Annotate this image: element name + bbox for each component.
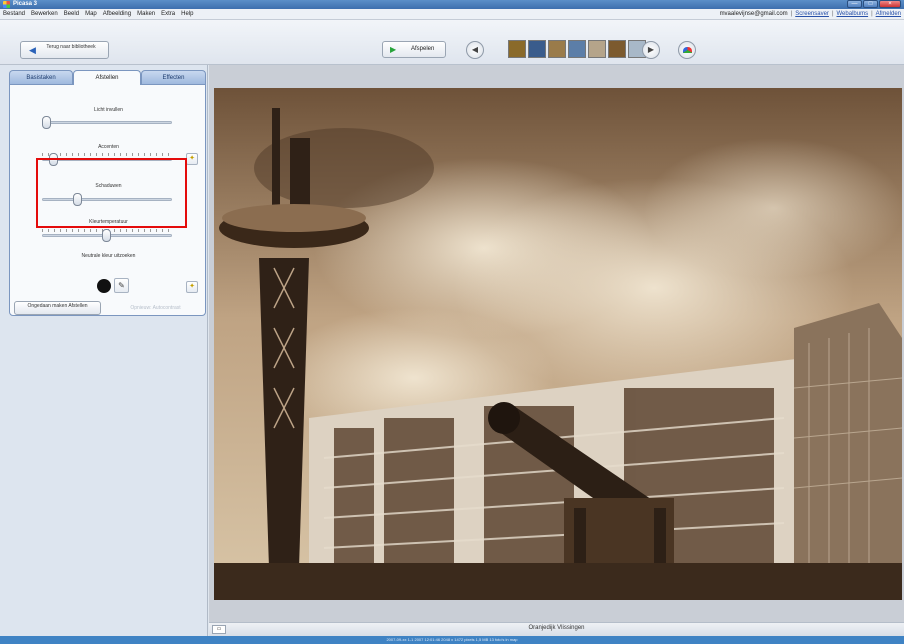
menu-bar: Bestand Bewerken Beeld Map Afbeelding Ma… [0,9,904,20]
eyedropper-icon[interactable]: ✎ [114,278,129,293]
arrow-left-icon: ◀ [471,45,479,54]
tab-afstellen[interactable]: Afstellen [73,70,141,85]
undo-button[interactable]: Ongedaan maken Afstellen [14,301,101,315]
fill-light-slider[interactable] [42,121,172,124]
auto-color-wand-icon[interactable]: ✦ [186,281,198,293]
minimize-button[interactable]: — [847,0,862,8]
menu-maken[interactable]: Maken [137,9,155,20]
photo-caption-bar: ▭ Oranjedijk Vlissingen [209,622,904,636]
filmstrip-thumbnail[interactable] [548,40,566,58]
maximize-button[interactable]: □ [863,0,878,8]
menu-afbeelding[interactable]: Afbeelding [103,9,131,20]
photo-image[interactable] [214,88,902,600]
filmstrip-thumbnail[interactable] [528,40,546,58]
arrow-right-icon: ▶ [647,45,655,54]
photo-viewer [209,65,904,622]
sign-out-link[interactable]: Afmelden [876,9,901,20]
status-bar: 2007-09-xx 1-1 2007 12:01:46 2048 x 1472… [0,636,904,644]
main-menu: Bestand Bewerken Beeld Map Afbeelding Ma… [3,9,193,20]
neutral-color-swatch[interactable] [97,279,111,293]
menu-map[interactable]: Map [85,9,97,20]
slideshow-label: Afspelen [411,46,435,52]
back-to-library-button[interactable]: ◀ Terug naar bibliotheek [20,41,109,59]
menu-bewerken[interactable]: Bewerken [31,9,58,20]
photo-caption[interactable]: Oranjedijk Vlissingen [209,625,904,631]
screensaver-link[interactable]: Screensaver [795,9,829,20]
annotation-highlight-box [36,158,187,228]
sepia-photo [214,88,902,600]
title-bar: Picasa 3 — □ × [0,0,904,9]
picasa-app-icon [3,1,10,8]
window-controls: — □ × [847,0,901,8]
filmstrip-thumbnail[interactable] [508,40,526,58]
redo-button[interactable]: Opnieuw: Autocontrast [107,301,204,315]
menu-bestand[interactable]: Bestand [3,9,25,20]
filmstrip-thumbnail[interactable] [588,40,606,58]
webalbums-link[interactable]: Webalbums [837,9,869,20]
filmstrip-thumbnail[interactable] [608,40,626,58]
menu-help[interactable]: Help [181,9,193,20]
afstellen-panel: Licht invullen Accenten ✦ Schaduwen Kleu… [9,84,206,316]
fill-light-label: Licht invullen [94,107,123,113]
neutral-color-label: Neutrale kleur uitzoeken [81,253,136,259]
previous-photo-button[interactable]: ◀ [466,41,484,59]
color-temperature-label: Kleurtemperatuur [89,219,128,225]
arrow-left-icon: ◀ [29,45,36,55]
color-temperature-knob[interactable] [102,229,111,242]
back-to-library-label: Terug naar bibliotheek [46,44,96,50]
filmstrip [508,40,646,58]
color-palette-icon [683,47,692,53]
menu-extra[interactable]: Extra [161,9,175,20]
highlights-label: Accenten [98,144,119,150]
slideshow-button[interactable]: ▶ Afspelen [382,41,446,58]
play-icon: ▶ [390,45,397,54]
toolbar: ◀ Terug naar bibliotheek ▶ Afspelen ◀ ▶ [0,20,904,65]
menu-beeld[interactable]: Beeld [64,9,79,20]
color-correction-button[interactable] [678,41,696,59]
fill-light-knob[interactable] [42,116,51,129]
edit-panel: Basistaken Afstellen Effecten Licht invu… [0,65,208,644]
account-email: mvaalevijnse@gmail.com [719,11,788,17]
edit-tabs: Basistaken Afstellen Effecten [9,70,206,85]
tab-basistaken[interactable]: Basistaken [9,70,73,84]
account-area: mvaalevijnse@gmail.com | Screensaver | W… [720,9,901,20]
window-title: Picasa 3 [13,1,38,7]
next-photo-button[interactable]: ▶ [642,41,660,59]
tab-effecten[interactable]: Effecten [141,70,206,84]
filmstrip-thumbnail[interactable] [568,40,586,58]
close-button[interactable]: × [879,0,901,8]
auto-contrast-wand-icon[interactable]: ✦ [186,153,198,165]
